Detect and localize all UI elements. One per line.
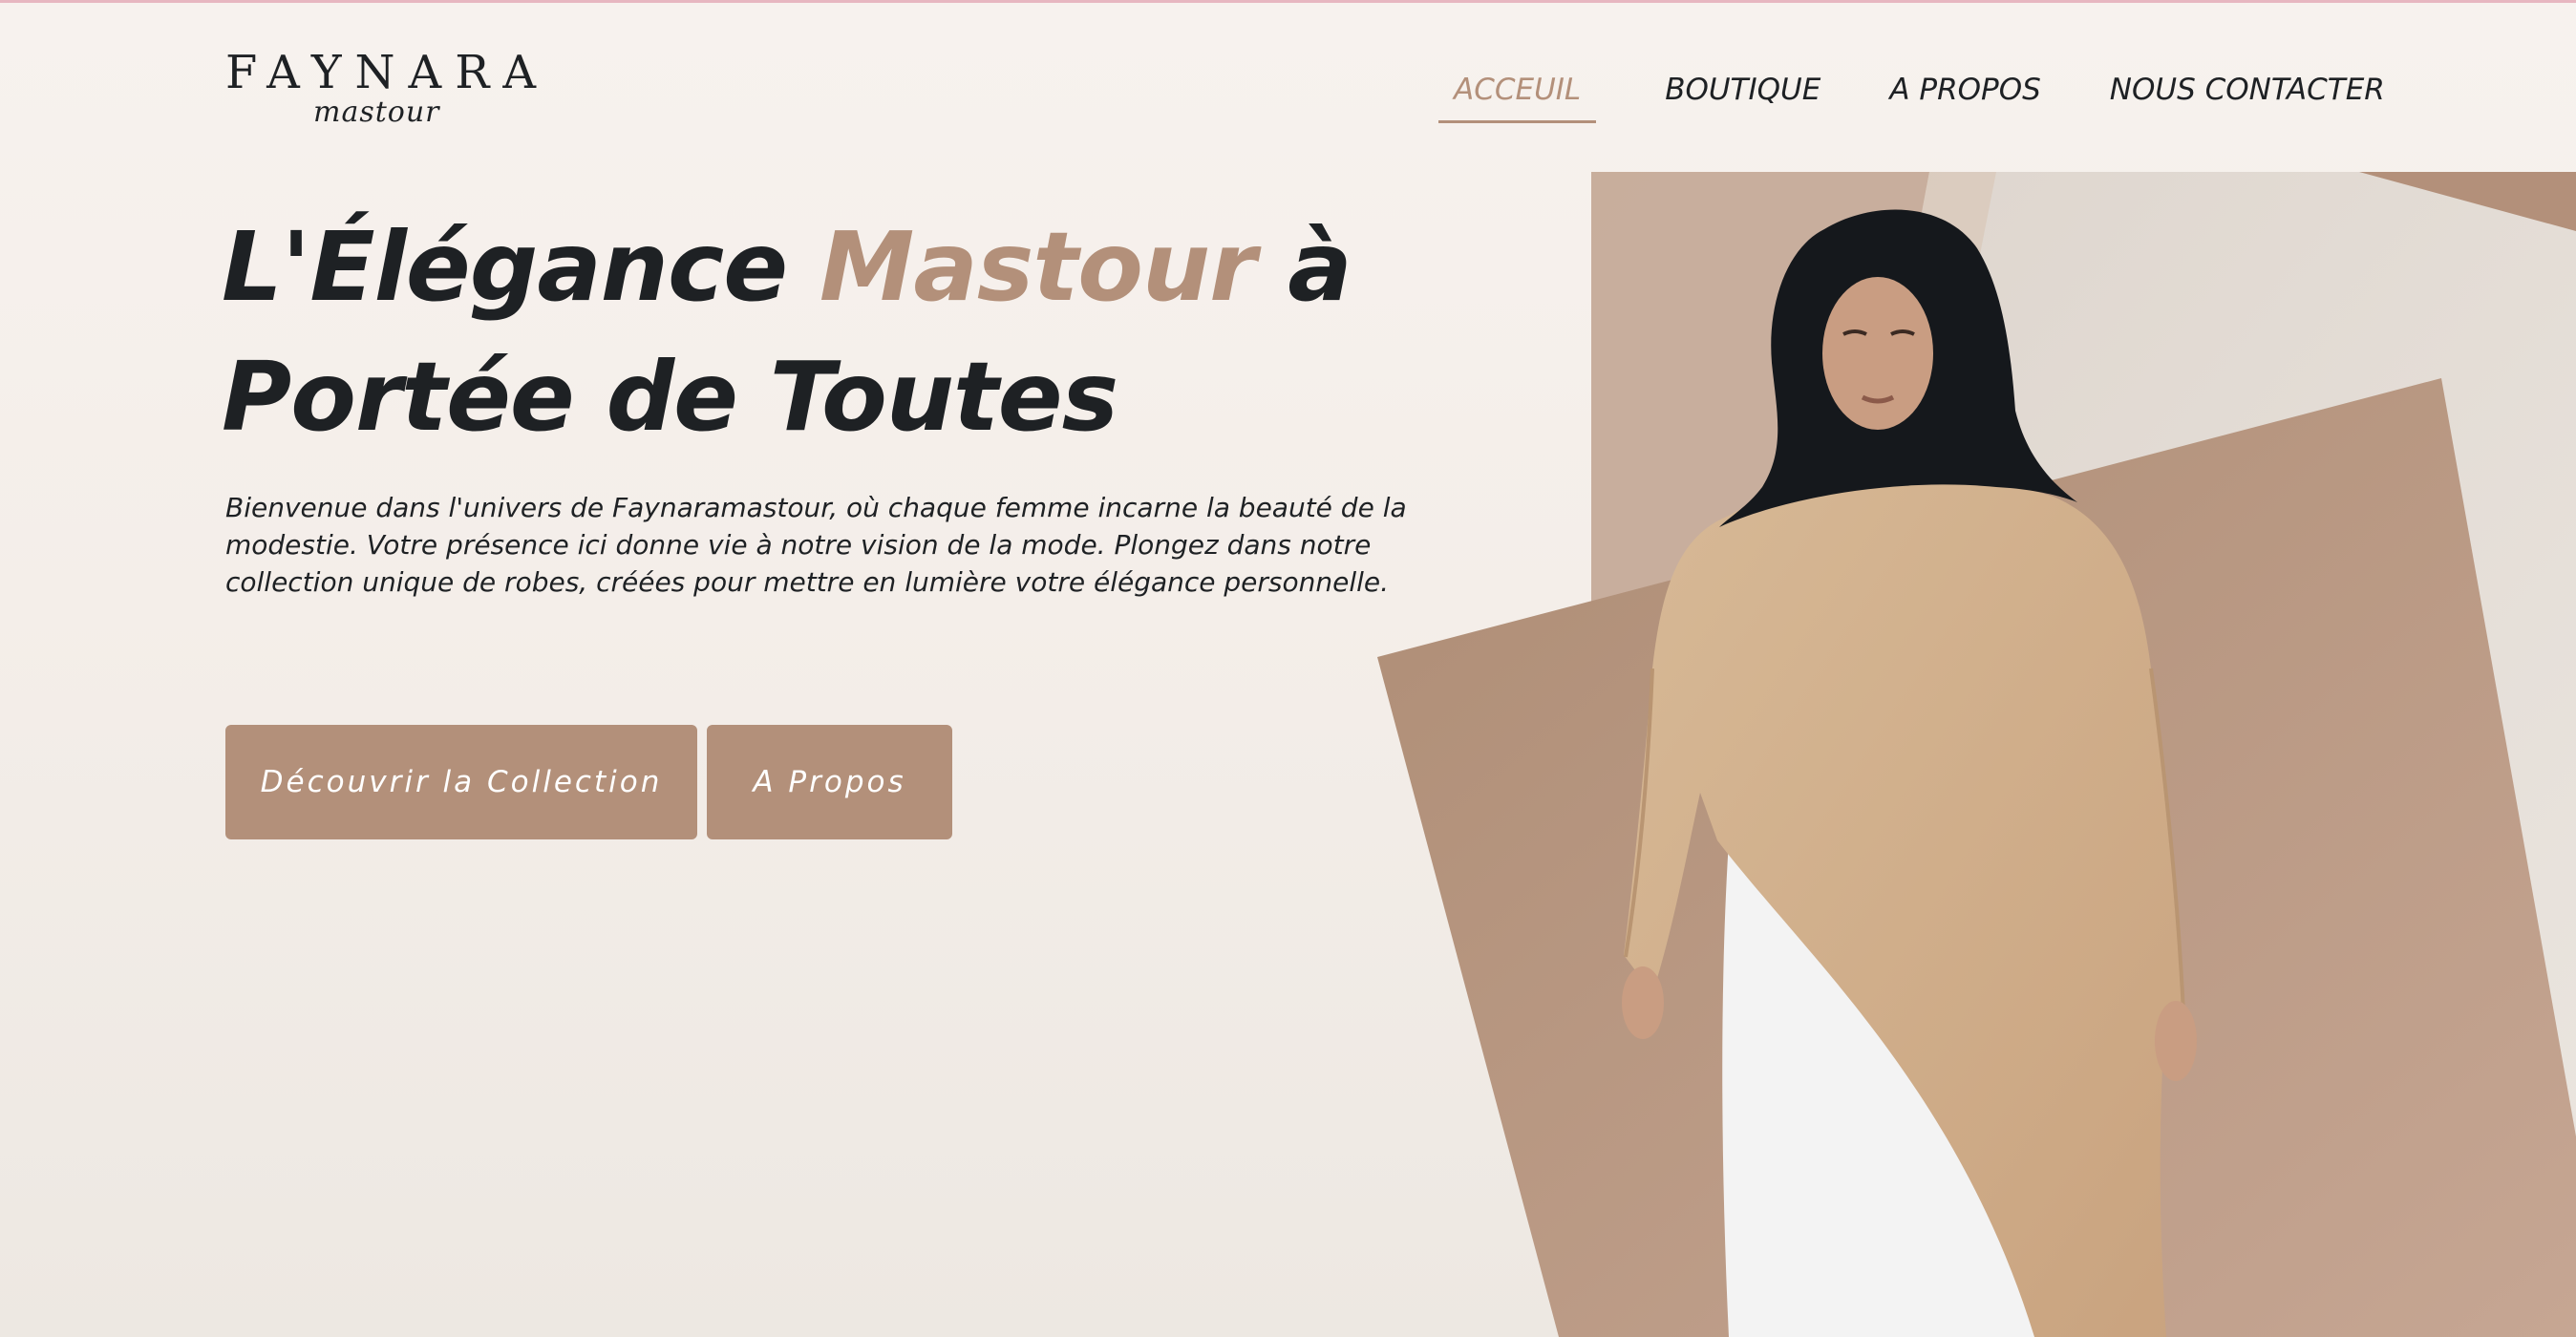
hero-title: L'Élégance Mastour à Portée de Toutes (222, 202, 1444, 462)
brand-tagline: mastour (313, 96, 440, 129)
about-button[interactable]: A Propos (707, 725, 952, 839)
top-accent-line (0, 0, 2576, 3)
discover-collection-button[interactable]: Découvrir la Collection (225, 725, 697, 839)
nav-item-a-propos[interactable]: A PROPOS (1889, 67, 2040, 113)
nav-item-accueil[interactable]: ACCEUIL (1438, 67, 1597, 123)
brand-name: FAYNARA (225, 46, 550, 99)
left-hand (1622, 966, 1664, 1039)
main-nav: ACCEUIL BOUTIQUE A PROPOS NOUS CONTACTER (1438, 67, 2385, 124)
right-hand (2155, 1001, 2197, 1081)
hero-title-part1: L'Élégance (222, 211, 820, 323)
hero-title-accent: Mastour (819, 211, 1257, 323)
nav-item-nous-contacter[interactable]: NOUS CONTACTER (2110, 67, 2385, 113)
brand-logo[interactable]: FAYNARA mastour (225, 46, 536, 141)
model-face (1822, 277, 1933, 430)
hero-description: Bienvenue dans l'univers de Faynaramasto… (225, 492, 1407, 598)
hero-image (1377, 172, 2576, 1337)
nav-item-boutique[interactable]: BOUTIQUE (1665, 67, 1820, 113)
